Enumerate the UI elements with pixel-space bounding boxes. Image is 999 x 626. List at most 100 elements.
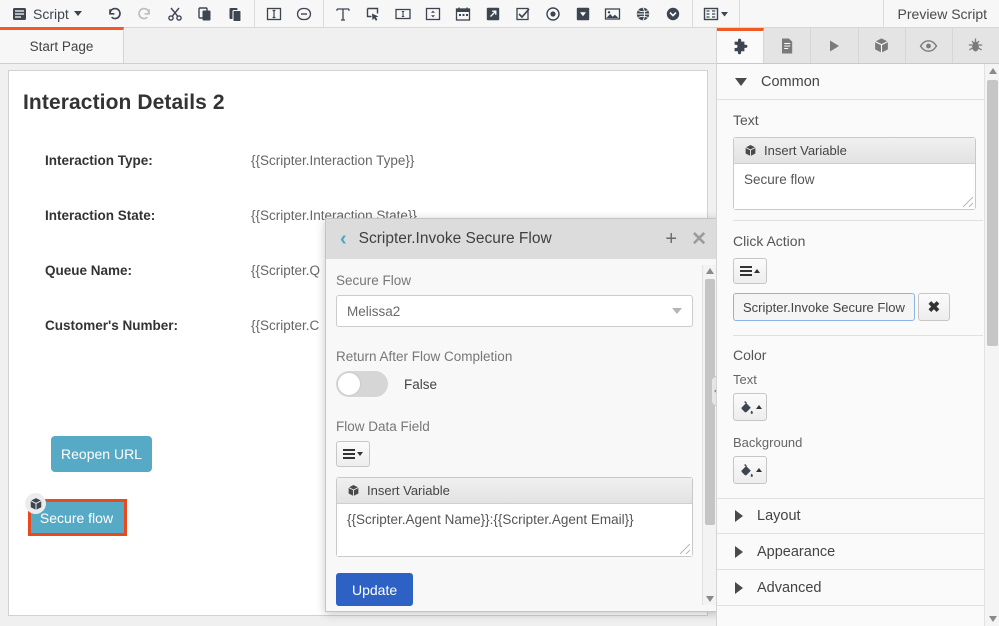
script-menu-button[interactable]: Script [4,1,92,27]
text-property-textarea[interactable]: Secure flow [734,164,975,209]
debug-tab[interactable] [953,28,999,63]
checkbox-icon[interactable] [508,1,538,27]
cut-icon[interactable] [160,1,190,27]
paint-bucket-icon [741,463,753,477]
components-tab[interactable] [717,28,765,63]
link-icon[interactable] [478,1,508,27]
bug-icon [969,38,983,52]
resize-grip-icon[interactable] [680,544,690,554]
close-icon[interactable]: ✕ [691,230,707,249]
hamburger-icon [343,449,355,459]
text-color-button[interactable] [733,393,767,421]
copy-icon[interactable] [190,1,220,27]
insert-variable-button[interactable]: Insert Variable [337,478,692,504]
globe-icon[interactable] [628,1,658,27]
chevron-right-icon [735,581,743,594]
date-picker-icon[interactable] [448,1,478,27]
dialog-body: Secure Flow Melissa2 Return After Flow C… [326,259,719,611]
chevron-up-icon [755,405,762,409]
section-common[interactable]: Common [717,64,999,100]
field-row: Interaction Type: {{Scripter.Interaction… [45,153,645,173]
chevron-down-icon [735,77,747,86]
chevron-right-icon [735,510,743,522]
section-layout[interactable]: Layout [717,498,999,534]
image-icon[interactable] [598,1,628,27]
chevron-down-icon [672,308,682,314]
page-title: Interaction Details 2 [23,91,225,114]
dialog-scrollbar[interactable] [702,265,716,605]
field-label: Interaction Type: [45,153,153,168]
field-label: Queue Name: [45,263,133,278]
text-icon[interactable] [328,1,358,27]
textbox-icon[interactable] [388,1,418,27]
chevron-left-icon[interactable]: ‹ [340,229,347,249]
chevron-circle-icon[interactable] [658,1,688,27]
preview-tab[interactable] [906,28,953,63]
click-action-menu-button[interactable] [733,258,767,284]
click-action-label: Click Action [733,233,806,249]
click-action-row: Scripter.Invoke Secure Flow ✖ [733,293,983,321]
text-property-label: Text [733,112,759,128]
return-after-flow-toggle[interactable] [336,371,388,397]
flow-data-textarea[interactable]: {{Scripter.Agent Name}}:{{Scripter.Agent… [337,504,692,556]
reopen-url-button[interactable]: Reopen URL [51,436,152,472]
cube-icon [25,493,46,514]
undo-icon[interactable] [100,1,130,27]
section-advanced-label: Advanced [757,579,822,596]
click-action-value[interactable]: Scripter.Invoke Secure Flow [733,293,915,321]
dialog-header: ‹ Scripter.Invoke Secure Flow + ✕ [326,219,719,259]
scroll-up-icon[interactable] [706,268,714,274]
insert-variable-label: Insert Variable [367,483,450,498]
pages-tab[interactable] [764,28,812,63]
chevron-up-icon [754,269,760,273]
flow-data-field-menu-button[interactable] [336,441,370,467]
invoke-secure-flow-dialog[interactable]: ‹ Scripter.Invoke Secure Flow + ✕ Secure… [325,218,720,612]
section-common-label: Common [761,73,820,90]
return-after-flow-value: False [404,376,438,392]
insert-row-icon[interactable] [259,1,289,27]
grid-icon[interactable] [697,1,735,27]
button-icon[interactable] [358,1,388,27]
toolbar-group-script: Script [0,0,96,28]
tab-start-page[interactable]: Start Page [0,27,124,63]
toggle-knob [337,372,361,396]
section-appearance-label: Appearance [757,543,836,560]
update-button[interactable]: Update [336,573,414,606]
radio-icon[interactable] [538,1,568,27]
resize-grip-icon[interactable] [963,197,973,207]
spinner-icon[interactable] [418,1,448,27]
secure-flow-selected-value: Melissa2 [347,303,401,319]
scroll-down-icon[interactable] [706,596,714,602]
scroll-down-icon[interactable] [988,616,997,622]
cube-icon [745,145,756,156]
insert-panel-icon[interactable] [289,1,319,27]
section-divider [733,220,983,221]
script-menu-label: Script [33,5,69,22]
properties-scrollbar[interactable] [984,64,999,626]
section-advanced[interactable]: Advanced [717,570,999,606]
secure-flow-label: Secure Flow [336,273,412,288]
text-property-value: Secure flow [744,172,815,187]
paste-icon[interactable] [220,1,250,27]
run-tab[interactable] [811,28,859,63]
redo-icon[interactable] [130,1,160,27]
plus-icon[interactable]: + [665,229,677,249]
scroll-up-icon[interactable] [988,68,997,74]
return-after-flow-row: False [336,371,697,397]
remove-click-action-icon[interactable]: ✖ [917,293,950,321]
section-layout-label: Layout [757,508,801,524]
secure-flow-select[interactable]: Melissa2 [336,295,693,327]
section-appearance[interactable]: Appearance [717,534,999,570]
background-color-button[interactable] [733,456,767,484]
flow-data-field-label: Flow Data Field [336,419,430,434]
toolbar-group-edit [96,0,254,28]
scrollbar-thumb[interactable] [987,80,998,346]
variables-tab[interactable] [859,28,906,63]
flow-data-value: {{Scripter.Agent Name}}:{{Scripter.Agent… [347,512,634,527]
color-background-label: Background [733,435,803,450]
flow-data-variable-box: Insert Variable {{Scripter.Agent Name}}:… [336,477,693,557]
insert-variable-button[interactable]: Insert Variable [734,138,975,164]
dropdown-icon[interactable] [568,1,598,27]
preview-script-button[interactable]: Preview Script [882,0,999,28]
